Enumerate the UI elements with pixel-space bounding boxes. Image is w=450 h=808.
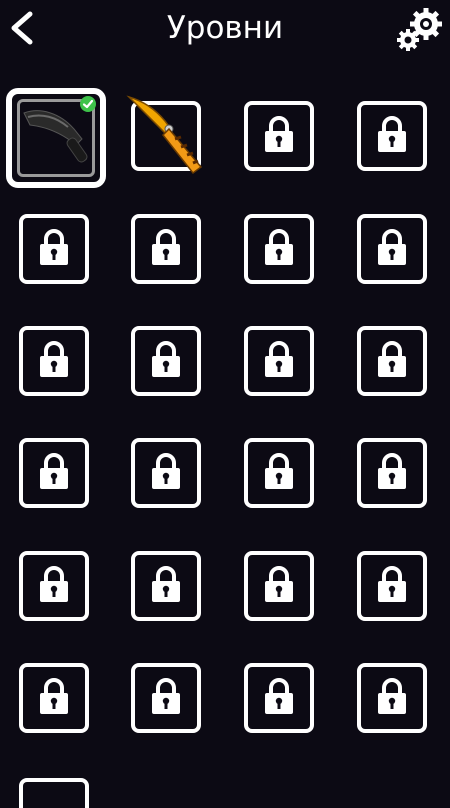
level-tile-locked[interactable] [357, 663, 427, 733]
lock-icon [264, 565, 294, 607]
lock-icon [39, 340, 69, 382]
dark-knife-icon [20, 105, 92, 171]
level-tile-locked[interactable] [357, 551, 427, 621]
level-tile-locked[interactable] [19, 551, 89, 621]
level-tile-locked[interactable] [19, 663, 89, 733]
lock-icon [151, 340, 181, 382]
level-tile-locked[interactable] [131, 438, 201, 508]
level-tile-unlocked[interactable] [126, 95, 203, 175]
lock-icon [39, 452, 69, 494]
lock-icon [377, 228, 407, 270]
level-tile-locked[interactable] [244, 101, 314, 171]
lock-icon [264, 677, 294, 719]
level-tile-locked[interactable] [19, 438, 89, 508]
lock-icon [39, 677, 69, 719]
lock-icon [151, 677, 181, 719]
checkmark-icon [80, 96, 96, 112]
lock-icon [377, 115, 407, 157]
level-tile-selected[interactable] [6, 88, 106, 188]
lock-icon [264, 115, 294, 157]
level-tile-locked[interactable] [131, 326, 201, 396]
lock-icon [39, 565, 69, 607]
level-tile-locked[interactable] [357, 101, 427, 171]
level-tile-locked[interactable] [244, 551, 314, 621]
level-tile-locked[interactable] [131, 551, 201, 621]
lock-icon [377, 677, 407, 719]
lock-icon [264, 228, 294, 270]
lock-icon [264, 340, 294, 382]
lock-icon [377, 340, 407, 382]
level-tile-locked[interactable] [357, 438, 427, 508]
lock-icon [151, 565, 181, 607]
lock-icon [264, 452, 294, 494]
gold-knife-icon [125, 93, 207, 179]
lock-icon [151, 228, 181, 270]
level-tile-locked[interactable] [357, 326, 427, 396]
lock-icon [39, 228, 69, 270]
level-tile-locked[interactable] [131, 214, 201, 284]
level-tile-locked[interactable] [244, 438, 314, 508]
lock-icon [377, 565, 407, 607]
lock-icon [377, 452, 407, 494]
level-tile-locked[interactable] [131, 663, 201, 733]
level-tile-locked[interactable] [357, 214, 427, 284]
level-tile-locked[interactable] [244, 214, 314, 284]
lock-icon [151, 452, 181, 494]
level-grid [0, 0, 450, 800]
level-tile-locked[interactable] [244, 663, 314, 733]
level-tile-locked[interactable] [19, 214, 89, 284]
level-tile-partial[interactable] [19, 778, 89, 808]
level-tile-locked[interactable] [244, 326, 314, 396]
level-tile-locked[interactable] [19, 326, 89, 396]
